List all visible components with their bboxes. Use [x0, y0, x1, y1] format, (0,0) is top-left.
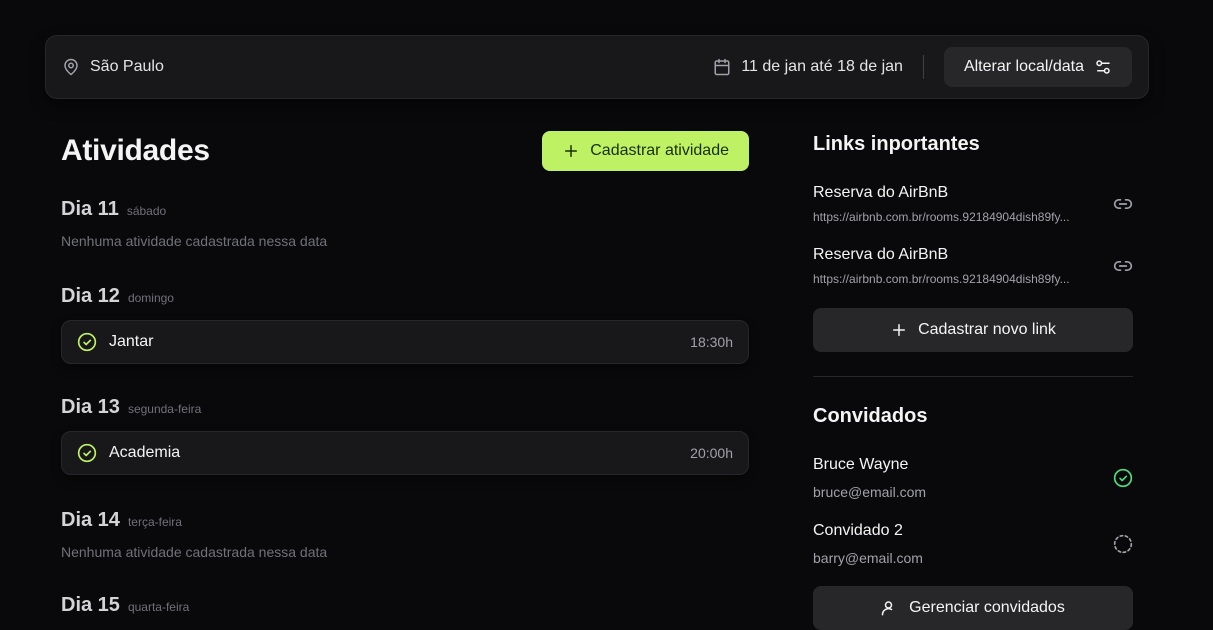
trip-header-bar: São Paulo 11 de jan até 18 de jan Altera… — [45, 35, 1149, 99]
day-weekday: domingo — [127, 291, 174, 305]
activity-time: 20:00h — [690, 445, 733, 461]
activity-name: Jantar — [109, 333, 154, 350]
day-weekday: segunda-feira — [127, 402, 202, 416]
day-title: Dia 15 — [61, 594, 120, 616]
circle-check-icon — [1113, 468, 1133, 488]
settings-sliders-icon — [1094, 58, 1112, 76]
circle-check-icon — [77, 332, 97, 352]
day-header: Dia 14 terça-feira — [61, 509, 749, 532]
section-divider — [813, 376, 1133, 377]
date-range-display: 11 de jan até 18 de jan — [713, 58, 923, 76]
sidebar-right: Links inportantes Reserva do AirBnB http… — [813, 133, 1133, 630]
circle-check-icon — [77, 443, 97, 463]
link-title: Reserva do AirBnB — [813, 184, 949, 201]
guest-info: Convidado 2 barry@email.com — [813, 522, 923, 566]
add-activity-label: Cadastrar atividade — [590, 142, 729, 159]
page-title: Atividades — [61, 134, 210, 167]
day-title: Dia 14 — [61, 509, 120, 531]
plus-icon — [562, 142, 580, 160]
guests-title: Convidados — [813, 405, 928, 427]
day-weekday: quarta-feira — [127, 600, 190, 614]
day-header: Dia 15 quarta-feira — [61, 594, 749, 617]
day-group: Dia 14 terça-feira Nenhuma atividade cad… — [61, 509, 749, 560]
manage-guests-button[interactable]: Gerenciar convidados — [813, 586, 1133, 630]
day-header: Dia 13 segunda-feira — [61, 396, 749, 419]
add-link-label: Cadastrar novo link — [918, 321, 1056, 338]
link-title: Reserva do AirBnB — [813, 246, 949, 263]
map-pin-icon — [62, 58, 80, 76]
day-group: Dia 15 quarta-feira — [61, 594, 749, 617]
day-weekday: sábado — [126, 204, 167, 218]
link-item: Reserva do AirBnB https://airbnb.com.br/… — [813, 246, 1133, 286]
calendar-icon — [713, 58, 731, 76]
day-header: Dia 11 sábado — [61, 198, 749, 221]
link-icon[interactable] — [1113, 194, 1133, 214]
activities-header: Atividades Cadastrar atividade — [61, 130, 749, 172]
day-empty-text: Nenhuma atividade cadastrada nessa data — [61, 544, 328, 560]
day-group: Dia 12 domingo Jantar 18:30h — [61, 285, 749, 364]
day-header: Dia 12 domingo — [61, 285, 749, 308]
guest-item: Convidado 2 barry@email.com — [813, 522, 1133, 566]
day-title: Dia 11 — [61, 198, 119, 220]
manage-guests-label: Gerenciar convidados — [909, 599, 1065, 616]
guest-email: barry@email.com — [813, 550, 923, 566]
guest-item: Bruce Wayne bruce@email.com — [813, 456, 1133, 500]
user-cog-icon — [881, 599, 899, 617]
link-info: Reserva do AirBnB https://airbnb.com.br/… — [813, 246, 1103, 286]
guest-name: Convidado 2 — [813, 522, 903, 539]
day-group: Dia 13 segunda-feira Academia 20:00h — [61, 396, 749, 475]
change-location-date-button[interactable]: Alterar local/data — [943, 47, 1132, 87]
link-url[interactable]: https://airbnb.com.br/rooms.92184904dish… — [813, 272, 1103, 286]
change-location-date-label: Alterar local/data — [963, 58, 1084, 75]
activity-time: 18:30h — [690, 334, 733, 350]
location-display: São Paulo — [62, 58, 164, 76]
guest-info: Bruce Wayne bruce@email.com — [813, 456, 926, 500]
link-item: Reserva do AirBnB https://airbnb.com.br/… — [813, 184, 1133, 224]
link-icon[interactable] — [1113, 256, 1133, 276]
link-info: Reserva do AirBnB https://airbnb.com.br/… — [813, 184, 1103, 224]
link-url[interactable]: https://airbnb.com.br/rooms.92184904dish… — [813, 210, 1103, 224]
links-title: Links inportantes — [813, 133, 980, 155]
day-weekday: terça-feira — [127, 515, 182, 529]
guest-name: Bruce Wayne — [813, 456, 909, 473]
day-title: Dia 13 — [61, 396, 120, 418]
activity-name: Academia — [109, 444, 181, 461]
activities-section: Atividades Cadastrar atividade Dia 11 sá… — [61, 130, 749, 617]
day-title: Dia 12 — [61, 285, 120, 307]
location-text: São Paulo — [90, 58, 164, 75]
activity-item[interactable]: Jantar 18:30h — [61, 320, 749, 364]
add-activity-button[interactable]: Cadastrar atividade — [542, 131, 749, 171]
add-link-button[interactable]: Cadastrar novo link — [813, 308, 1133, 352]
date-range-text: 11 de jan até 18 de jan — [741, 58, 903, 75]
circle-dashed-icon — [1113, 534, 1133, 554]
divider — [922, 55, 924, 79]
plus-icon — [890, 321, 908, 339]
day-empty-text: Nenhuma atividade cadastrada nessa data — [61, 233, 328, 249]
activity-item[interactable]: Academia 20:00h — [61, 431, 749, 475]
day-group: Dia 11 sábado Nenhuma atividade cadastra… — [61, 198, 749, 249]
guest-email: bruce@email.com — [813, 484, 927, 500]
